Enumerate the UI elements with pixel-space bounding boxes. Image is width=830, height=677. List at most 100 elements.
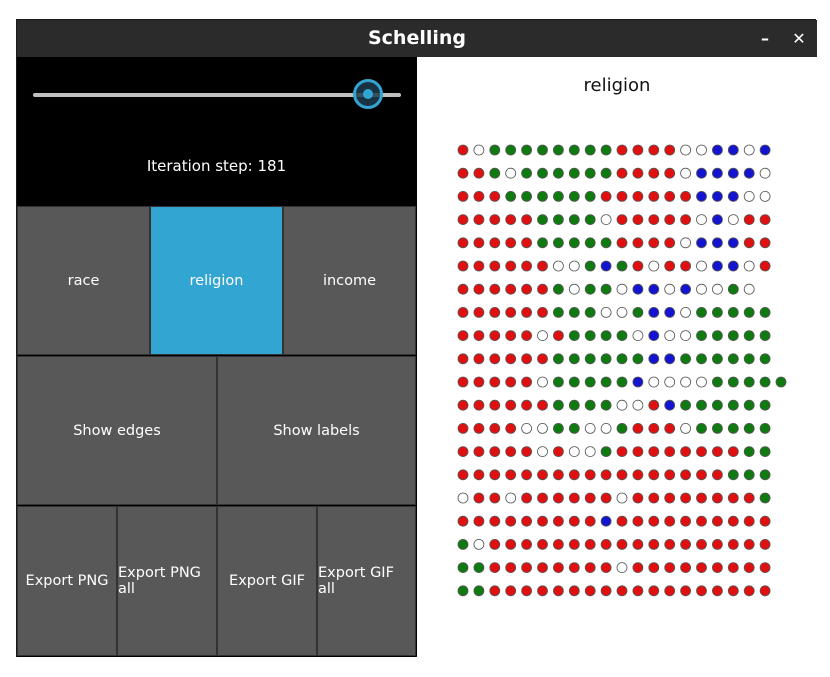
agent-cell bbox=[696, 422, 707, 434]
agent-cell bbox=[552, 376, 564, 388]
agent-cell bbox=[505, 538, 517, 550]
minimize-icon[interactable]: – bbox=[750, 20, 780, 57]
agent-cell bbox=[489, 214, 501, 226]
agent-cell bbox=[711, 515, 723, 527]
agent-cell bbox=[521, 167, 532, 179]
agent-cell bbox=[489, 283, 501, 295]
agent-cell bbox=[743, 399, 755, 411]
agent-cell bbox=[457, 376, 469, 388]
agent-cell bbox=[711, 144, 723, 156]
agent-cell bbox=[727, 585, 739, 597]
agent-cell bbox=[759, 469, 771, 481]
agent-cell bbox=[616, 190, 628, 202]
agent-cell bbox=[552, 469, 564, 481]
export-png-button[interactable]: Export PNG bbox=[17, 506, 117, 656]
agent-cell bbox=[457, 306, 469, 318]
agent-cell bbox=[664, 492, 676, 504]
religion-button[interactable]: religion bbox=[150, 206, 283, 355]
agent-cell bbox=[616, 492, 628, 504]
agent-cell bbox=[711, 422, 723, 434]
agent-cell bbox=[457, 585, 469, 597]
agent-cell bbox=[680, 214, 692, 226]
iteration-slider-track[interactable] bbox=[33, 93, 401, 97]
agent-cell bbox=[489, 469, 501, 481]
agent-cell bbox=[727, 422, 739, 434]
agent-cell bbox=[648, 167, 660, 179]
agent-cell bbox=[743, 353, 755, 365]
agent-cell bbox=[584, 399, 596, 411]
agent-cell bbox=[505, 446, 517, 458]
agent-cell bbox=[680, 283, 692, 295]
agent-cell bbox=[568, 214, 580, 226]
agent-cell bbox=[711, 585, 723, 597]
close-icon[interactable]: ✕ bbox=[784, 20, 814, 57]
agent-grid bbox=[457, 144, 787, 597]
agent-cell bbox=[759, 422, 771, 434]
export-gif-button[interactable]: Export GIF bbox=[217, 506, 317, 656]
agent-cell bbox=[489, 376, 501, 388]
agent-cell bbox=[632, 446, 644, 458]
agent-cell bbox=[664, 144, 676, 156]
agent-cell bbox=[664, 283, 676, 295]
agent-cell bbox=[473, 214, 485, 226]
income-button[interactable]: income bbox=[283, 206, 416, 355]
agent-cell bbox=[457, 492, 469, 504]
agent-cell bbox=[696, 330, 707, 342]
agent-cell bbox=[473, 353, 485, 365]
agent-cell bbox=[759, 492, 771, 504]
agent-cell bbox=[759, 353, 771, 365]
show-labels-button[interactable]: Show labels bbox=[217, 356, 416, 505]
agent-cell bbox=[521, 399, 532, 411]
agent-cell bbox=[552, 190, 564, 202]
agent-cell bbox=[727, 492, 739, 504]
agent-cell bbox=[521, 562, 532, 574]
agent-cell bbox=[584, 330, 596, 342]
agent-cell bbox=[616, 167, 628, 179]
agent-cell bbox=[711, 446, 723, 458]
export-png-all-button[interactable]: Export PNG all bbox=[117, 506, 217, 656]
agent-cell bbox=[505, 469, 517, 481]
agent-cell bbox=[537, 538, 548, 550]
agent-cell bbox=[759, 376, 771, 388]
agent-cell bbox=[457, 446, 469, 458]
agent-cell bbox=[759, 237, 771, 249]
agent-cell bbox=[457, 237, 469, 249]
agent-cell bbox=[648, 562, 660, 574]
agent-cell bbox=[505, 515, 517, 527]
agent-cell bbox=[680, 144, 692, 156]
agent-cell bbox=[616, 214, 628, 226]
agent-cell bbox=[632, 492, 644, 504]
agent-cell bbox=[489, 399, 501, 411]
agent-cell bbox=[489, 190, 501, 202]
agent-cell bbox=[632, 399, 644, 411]
agent-cell bbox=[743, 469, 755, 481]
agent-cell bbox=[473, 562, 485, 574]
agent-cell bbox=[743, 306, 755, 318]
agent-cell bbox=[568, 144, 580, 156]
iteration-slider-handle[interactable] bbox=[352, 79, 383, 109]
agent-cell bbox=[584, 167, 596, 179]
agent-cell bbox=[680, 376, 692, 388]
agent-cell bbox=[537, 330, 548, 342]
agent-cell bbox=[696, 585, 707, 597]
race-button[interactable]: race bbox=[17, 206, 150, 355]
agent-cell bbox=[505, 376, 517, 388]
window-title: Schelling bbox=[367, 27, 467, 49]
agent-cell bbox=[616, 469, 628, 481]
agent-cell bbox=[743, 376, 755, 388]
export-gif-all-button[interactable]: Export GIF all bbox=[317, 506, 416, 656]
agent-cell bbox=[648, 446, 660, 458]
agent-cell bbox=[696, 167, 707, 179]
agent-cell bbox=[711, 167, 723, 179]
agent-cell bbox=[711, 399, 723, 411]
title-bar[interactable]: Schelling – ✕ bbox=[17, 20, 817, 57]
agent-cell bbox=[552, 446, 564, 458]
agent-cell bbox=[632, 585, 644, 597]
agent-cell bbox=[568, 515, 580, 527]
agent-cell bbox=[537, 376, 548, 388]
agent-cell bbox=[521, 492, 532, 504]
agent-cell bbox=[648, 422, 660, 434]
agent-cell bbox=[696, 515, 707, 527]
agent-cell bbox=[457, 399, 469, 411]
show-edges-button[interactable]: Show edges bbox=[17, 356, 217, 505]
